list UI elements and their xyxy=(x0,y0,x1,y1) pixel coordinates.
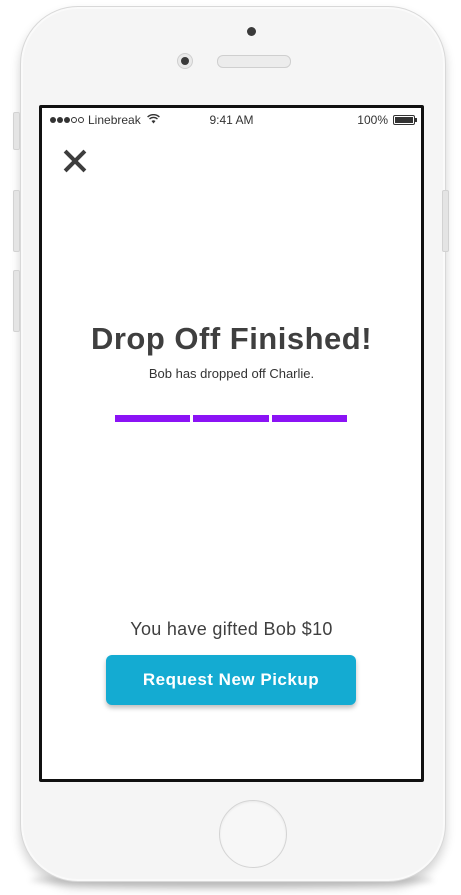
progress-segment xyxy=(115,415,191,422)
trip-progress-bar xyxy=(115,415,347,422)
home-button[interactable] xyxy=(219,800,287,868)
request-new-pickup-label: Request New Pickup xyxy=(142,670,320,689)
battery-status: 100% xyxy=(357,113,417,127)
close-icon[interactable] xyxy=(60,146,90,176)
earpiece-speaker xyxy=(217,55,291,68)
page-title: Drop Off Finished! xyxy=(90,321,373,356)
battery-icon xyxy=(393,115,417,125)
volume-up-button[interactable] xyxy=(13,190,20,252)
progress-segment xyxy=(271,415,347,422)
app-screen: Linebreak 9:41 AM 100% Drop Off Finished… xyxy=(39,105,424,782)
proximity-sensor xyxy=(247,27,256,36)
request-new-pickup-button[interactable]: Request New Pickup xyxy=(106,655,356,705)
power-button[interactable] xyxy=(442,190,449,252)
progress-segment xyxy=(193,415,269,422)
front-camera xyxy=(177,53,193,69)
mute-switch[interactable] xyxy=(13,112,20,150)
volume-down-button[interactable] xyxy=(13,270,20,332)
status-message: Bob has dropped off Charlie. xyxy=(148,366,315,381)
status-bar: Linebreak 9:41 AM 100% xyxy=(42,108,421,130)
battery-percentage: 100% xyxy=(357,113,388,127)
gift-message: You have gifted Bob $10 xyxy=(130,619,333,639)
